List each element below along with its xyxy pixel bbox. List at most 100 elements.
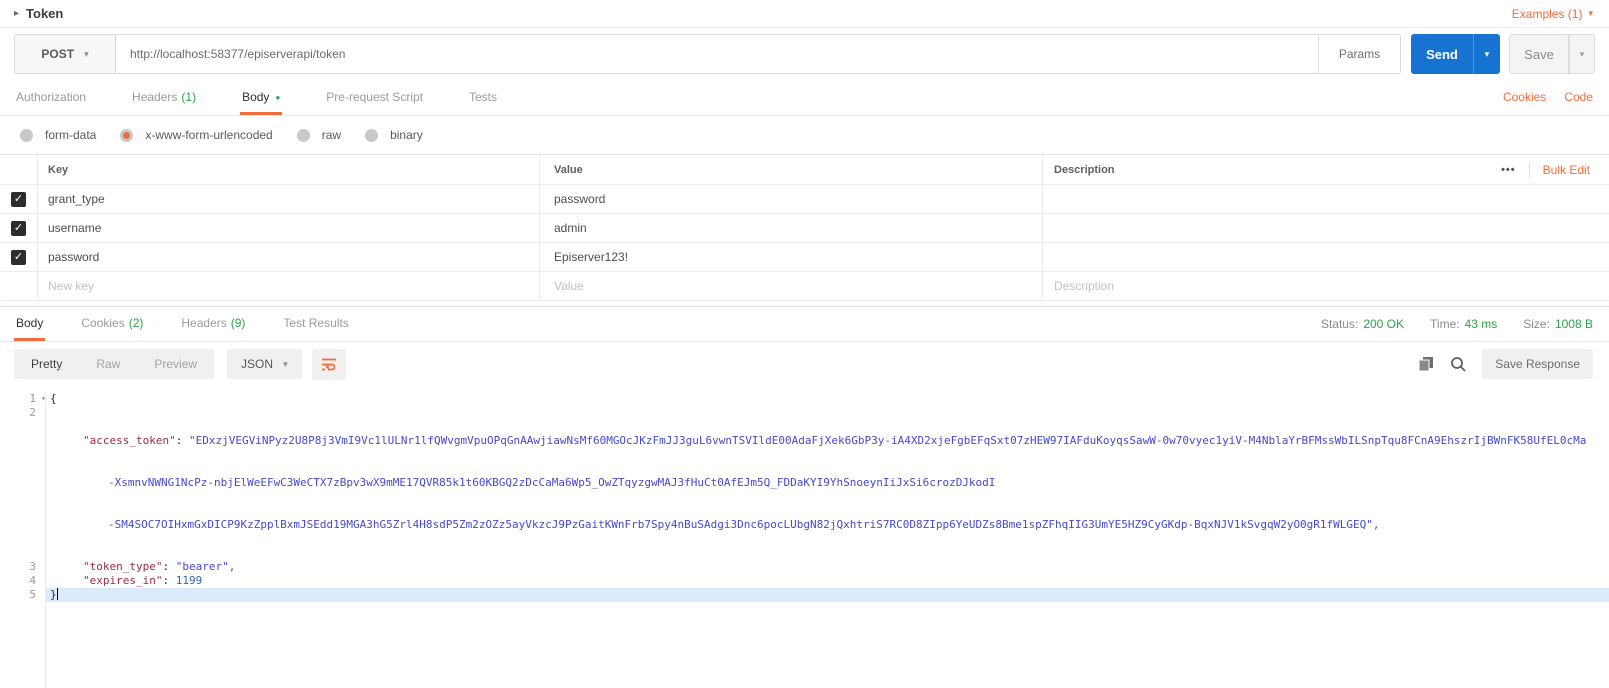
tab-tests[interactable]: Tests xyxy=(467,90,499,115)
send-button[interactable]: Send xyxy=(1411,34,1473,74)
raw-view-button[interactable]: Raw xyxy=(79,349,137,379)
tab-headers[interactable]: Headers(1) xyxy=(130,90,198,115)
json-string-value: "bearer", xyxy=(176,560,236,573)
json-key: "token_type" xyxy=(83,560,162,573)
radio-selected-icon xyxy=(120,129,133,142)
bulk-edit-link[interactable]: Bulk Edit xyxy=(1543,163,1590,177)
request-tabs: Authorization Headers(1) Body● Pre-reque… xyxy=(0,84,1609,116)
fold-caret-icon[interactable]: ▾ xyxy=(41,392,46,406)
table-header-actions: ••• Bulk Edit xyxy=(1501,162,1590,178)
header-check-cell xyxy=(0,155,38,184)
body-mode-selector: form-data x-www-form-urlencoded raw bina… xyxy=(0,116,1609,152)
json-number-value: 1199 xyxy=(176,574,203,587)
radio-icon xyxy=(297,129,310,142)
json-string-value: -SM4SOC7OIHxmGxDICP9KzZpplBxmJSEdd19MGA3… xyxy=(108,518,1380,531)
view-mode-group: Pretty Raw Preview xyxy=(14,349,214,379)
line-content: { xyxy=(45,392,1609,406)
new-description-input[interactable] xyxy=(1054,279,1554,293)
row-checkbox-checked[interactable]: ✓ xyxy=(11,221,26,236)
line-number: 3 xyxy=(0,560,45,574)
json-key: "access_token" xyxy=(83,434,176,447)
cookies-link[interactable]: Cookies xyxy=(1503,90,1546,104)
description-column-header: Description ••• Bulk Edit xyxy=(1043,155,1609,184)
cookies-count-badge: (2) xyxy=(129,316,144,330)
examples-dropdown[interactable]: Examples (1) ▾ xyxy=(1512,7,1593,21)
postman-request-window: ▸ Token Examples (1) ▾ POST ▾ Params Sen… xyxy=(0,0,1609,688)
line-content: "token_type": "bearer", xyxy=(45,560,1609,574)
headers-count-badge: (1) xyxy=(181,90,196,104)
method-value: POST xyxy=(41,47,74,61)
tab-response-cookies[interactable]: Cookies(2) xyxy=(79,316,145,341)
new-value-input[interactable] xyxy=(554,279,993,293)
radio-x-www-form-urlencoded[interactable]: x-www-form-urlencoded xyxy=(120,128,272,142)
table-new-row xyxy=(0,272,1609,301)
pretty-view-button[interactable]: Pretty xyxy=(14,349,79,379)
new-row-check-cell xyxy=(0,272,38,300)
examples-label: Examples (1) xyxy=(1512,7,1583,21)
line-content-active: } xyxy=(45,588,1609,602)
tab-test-results[interactable]: Test Results xyxy=(281,316,350,341)
save-response-button[interactable]: Save Response xyxy=(1482,349,1593,379)
new-key-input[interactable] xyxy=(48,279,490,293)
chevron-down-icon: ▾ xyxy=(84,49,89,60)
code-line: 2 "access_token": "EDxzjVEGViNPyz2U8P8j3… xyxy=(0,406,1609,560)
value-cell[interactable]: password xyxy=(554,192,605,206)
key-cell[interactable]: password xyxy=(48,250,99,264)
more-options-icon[interactable]: ••• xyxy=(1501,164,1516,176)
request-bar: POST ▾ Params Send ▾ Save ▾ xyxy=(14,34,1595,74)
line-number: 5 xyxy=(0,588,45,602)
wrap-text-button[interactable] xyxy=(312,349,346,380)
table-row: ✓ grant_type password xyxy=(0,185,1609,214)
row-checkbox-checked[interactable]: ✓ xyxy=(11,192,26,207)
request-name: Token xyxy=(26,6,63,21)
table-row: ✓ username admin xyxy=(0,214,1609,243)
value-cell[interactable]: Episerver123! xyxy=(554,250,628,264)
radio-icon xyxy=(365,129,378,142)
radio-binary[interactable]: binary xyxy=(365,128,423,142)
text-cursor xyxy=(57,588,58,600)
tab-body[interactable]: Body● xyxy=(240,90,282,115)
url-group: Params xyxy=(116,34,1401,74)
response-section: Body Cookies(2) Headers(9) Test Results … xyxy=(0,306,1609,688)
tab-response-headers[interactable]: Headers(9) xyxy=(179,316,247,341)
save-options-caret[interactable]: ▾ xyxy=(1569,34,1595,74)
send-options-caret[interactable]: ▾ xyxy=(1473,34,1500,74)
copy-button[interactable] xyxy=(1418,356,1434,372)
radio-form-data[interactable]: form-data xyxy=(20,128,96,142)
response-toolbar: Pretty Raw Preview JSON ▾ xyxy=(0,342,1609,386)
table-row: ✓ password Episerver123! xyxy=(0,243,1609,272)
body-set-dot-icon: ● xyxy=(275,93,280,102)
save-button[interactable]: Save xyxy=(1509,34,1569,74)
url-input[interactable] xyxy=(116,35,1318,73)
status-badge: Status: 200 OK xyxy=(1321,317,1404,331)
format-value: JSON xyxy=(241,357,273,371)
json-string-value: -XsmnvNWNG1NcPz-nbjElWeEFwC3WeCTX7zBpv3w… xyxy=(108,476,995,489)
search-button[interactable] xyxy=(1450,356,1466,372)
line-content: "expires_in": 1199 xyxy=(45,574,1609,588)
row-checkbox-checked[interactable]: ✓ xyxy=(11,250,26,265)
tab-pre-request-script[interactable]: Pre-request Script xyxy=(324,90,425,115)
key-cell[interactable]: grant_type xyxy=(48,192,105,206)
response-toolbar-right: Save Response xyxy=(1418,349,1593,379)
wrap-text-icon xyxy=(321,357,337,371)
divider xyxy=(1529,162,1530,178)
radio-icon xyxy=(20,129,33,142)
method-select[interactable]: POST ▾ xyxy=(14,34,116,74)
format-select[interactable]: JSON ▾ xyxy=(227,349,302,379)
response-tabs: Body Cookies(2) Headers(9) Test Results … xyxy=(0,307,1609,342)
code-link[interactable]: Code xyxy=(1564,90,1593,104)
code-line: 5 } xyxy=(0,588,1609,602)
params-button[interactable]: Params xyxy=(1318,35,1400,73)
code-line: 3 "token_type": "bearer", xyxy=(0,560,1609,574)
radio-raw[interactable]: raw xyxy=(297,128,341,142)
request-header-bar: ▸ Token Examples (1) ▾ xyxy=(0,0,1609,28)
collapse-triangle-icon[interactable]: ▸ xyxy=(14,8,19,19)
tab-authorization[interactable]: Authorization xyxy=(14,90,88,115)
key-cell[interactable]: username xyxy=(48,221,101,235)
copy-icon xyxy=(1418,356,1434,372)
preview-view-button[interactable]: Preview xyxy=(137,349,214,379)
search-icon xyxy=(1450,356,1466,372)
tab-response-body[interactable]: Body xyxy=(14,316,45,341)
value-cell[interactable]: admin xyxy=(554,221,587,235)
json-key: "expires_in" xyxy=(83,574,162,587)
